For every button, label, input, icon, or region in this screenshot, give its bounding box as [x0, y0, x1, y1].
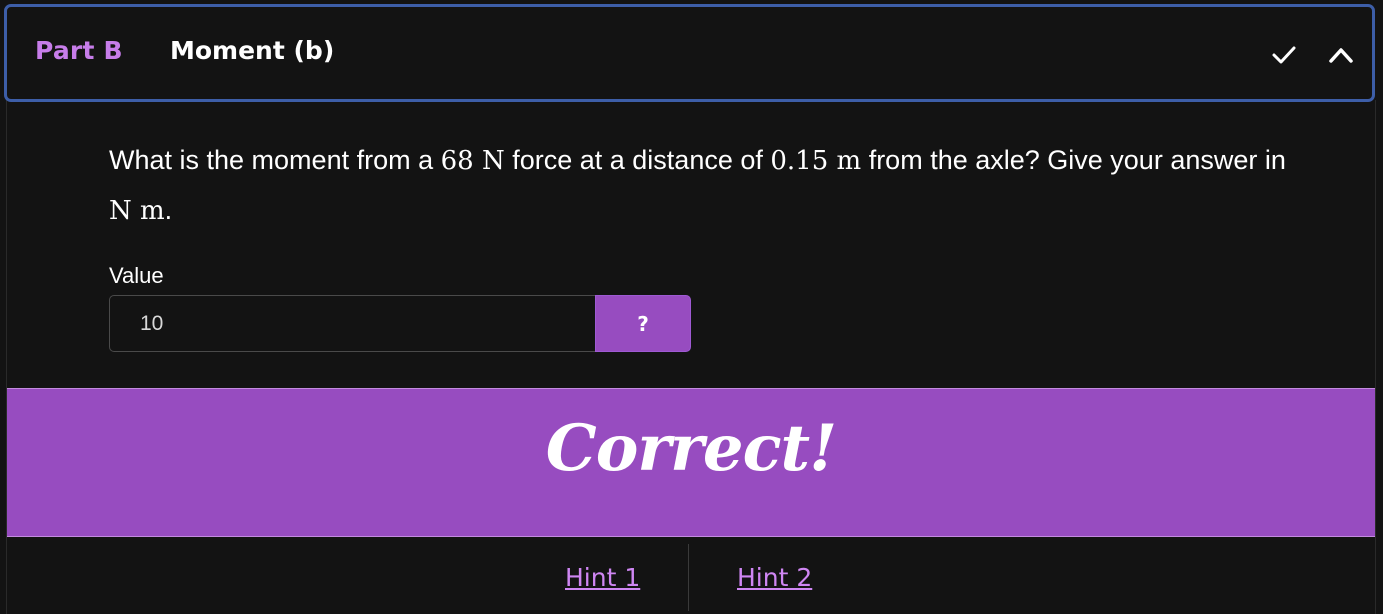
distance-value: 0.15 m [770, 146, 862, 176]
value-label: Value [109, 263, 164, 288]
check-icon [1272, 46, 1296, 64]
hint-divider [688, 544, 689, 611]
part-label: Part B [35, 36, 123, 65]
hint-2-link[interactable]: Hint 2 [737, 563, 812, 592]
question-text-part: from the axle? Give your answer in [861, 145, 1286, 175]
help-button[interactable]: ? [595, 295, 691, 352]
part-title: Moment (b) [170, 36, 335, 65]
question-text: What is the moment from a 68 N force at … [109, 136, 1309, 236]
answer-input[interactable] [109, 295, 596, 352]
panel-border-right [1375, 100, 1376, 614]
question-text-part: What is the moment from a [109, 145, 441, 175]
question-text-part: force at a distance of [504, 145, 771, 175]
force-value: 68 N [440, 146, 505, 176]
hint-1-link[interactable]: Hint 1 [565, 563, 640, 592]
question-panel: Part B Moment (b) What is the moment fro… [0, 0, 1383, 614]
correct-banner: Correct! [7, 388, 1375, 537]
question-text-part: . [164, 195, 173, 225]
hints-bar: Hint 1 Hint 2 [7, 537, 1375, 614]
part-header[interactable]: Part B Moment (b) [4, 4, 1375, 102]
chevron-up-icon[interactable] [1327, 43, 1355, 67]
answer-unit: N m [109, 196, 165, 226]
correct-message: Correct! [545, 411, 837, 486]
